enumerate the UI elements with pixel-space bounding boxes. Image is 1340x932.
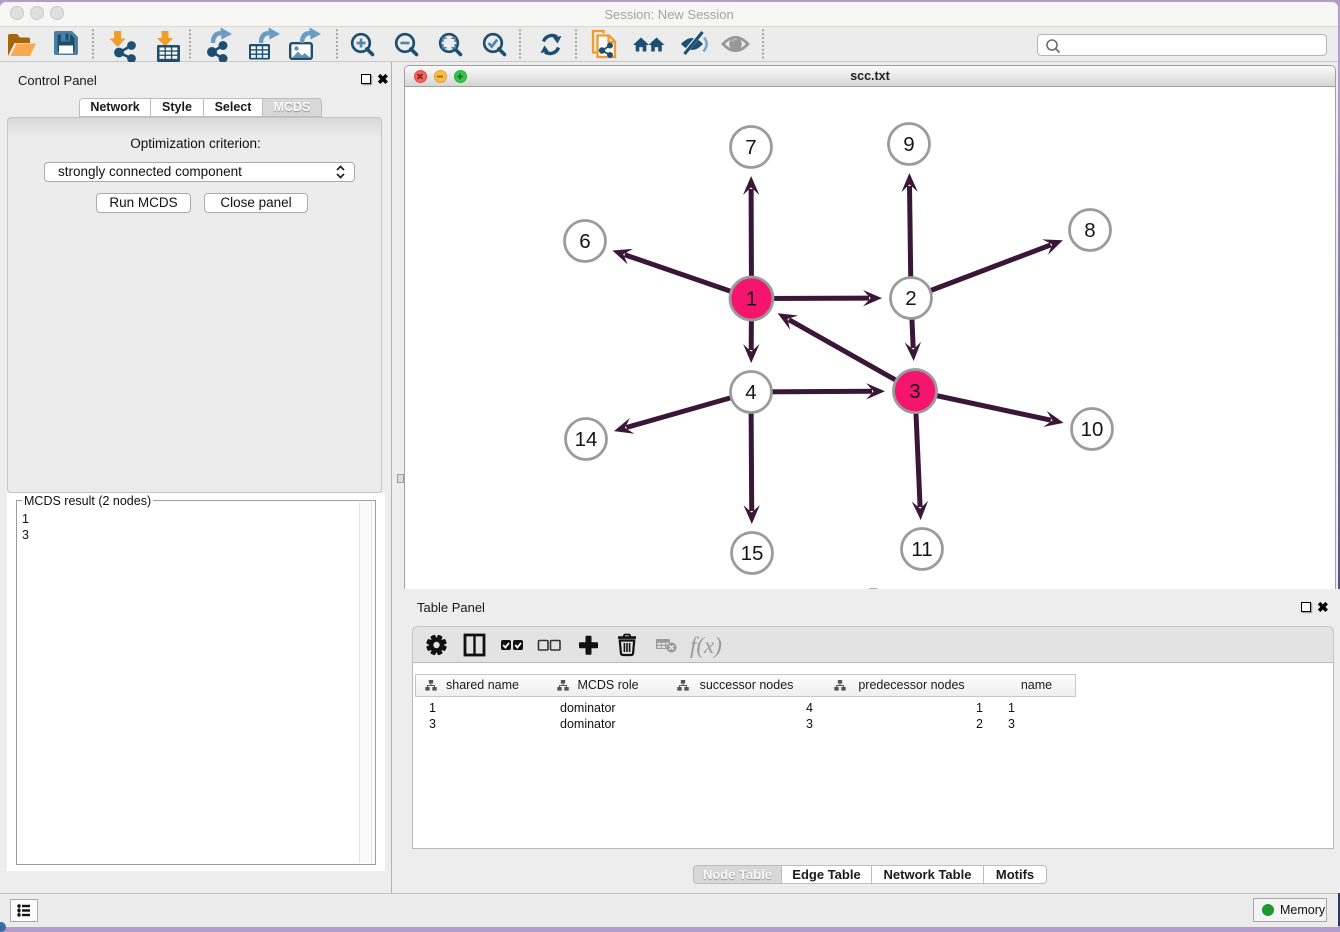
svg-text:14: 14 — [575, 428, 598, 451]
svg-text:9: 9 — [903, 133, 914, 156]
svg-text:15: 15 — [741, 542, 764, 565]
svg-text:3: 3 — [909, 380, 920, 403]
svg-text:1: 1 — [746, 288, 757, 311]
svg-text:2: 2 — [905, 287, 916, 310]
svg-text:6: 6 — [579, 230, 590, 253]
svg-text:11: 11 — [911, 538, 932, 561]
svg-text:f(x): f(x) — [690, 633, 722, 658]
svg-text:10: 10 — [1081, 418, 1104, 441]
svg-text:4: 4 — [745, 381, 756, 404]
svg-text:8: 8 — [1084, 219, 1095, 242]
svg-text:7: 7 — [745, 136, 756, 159]
